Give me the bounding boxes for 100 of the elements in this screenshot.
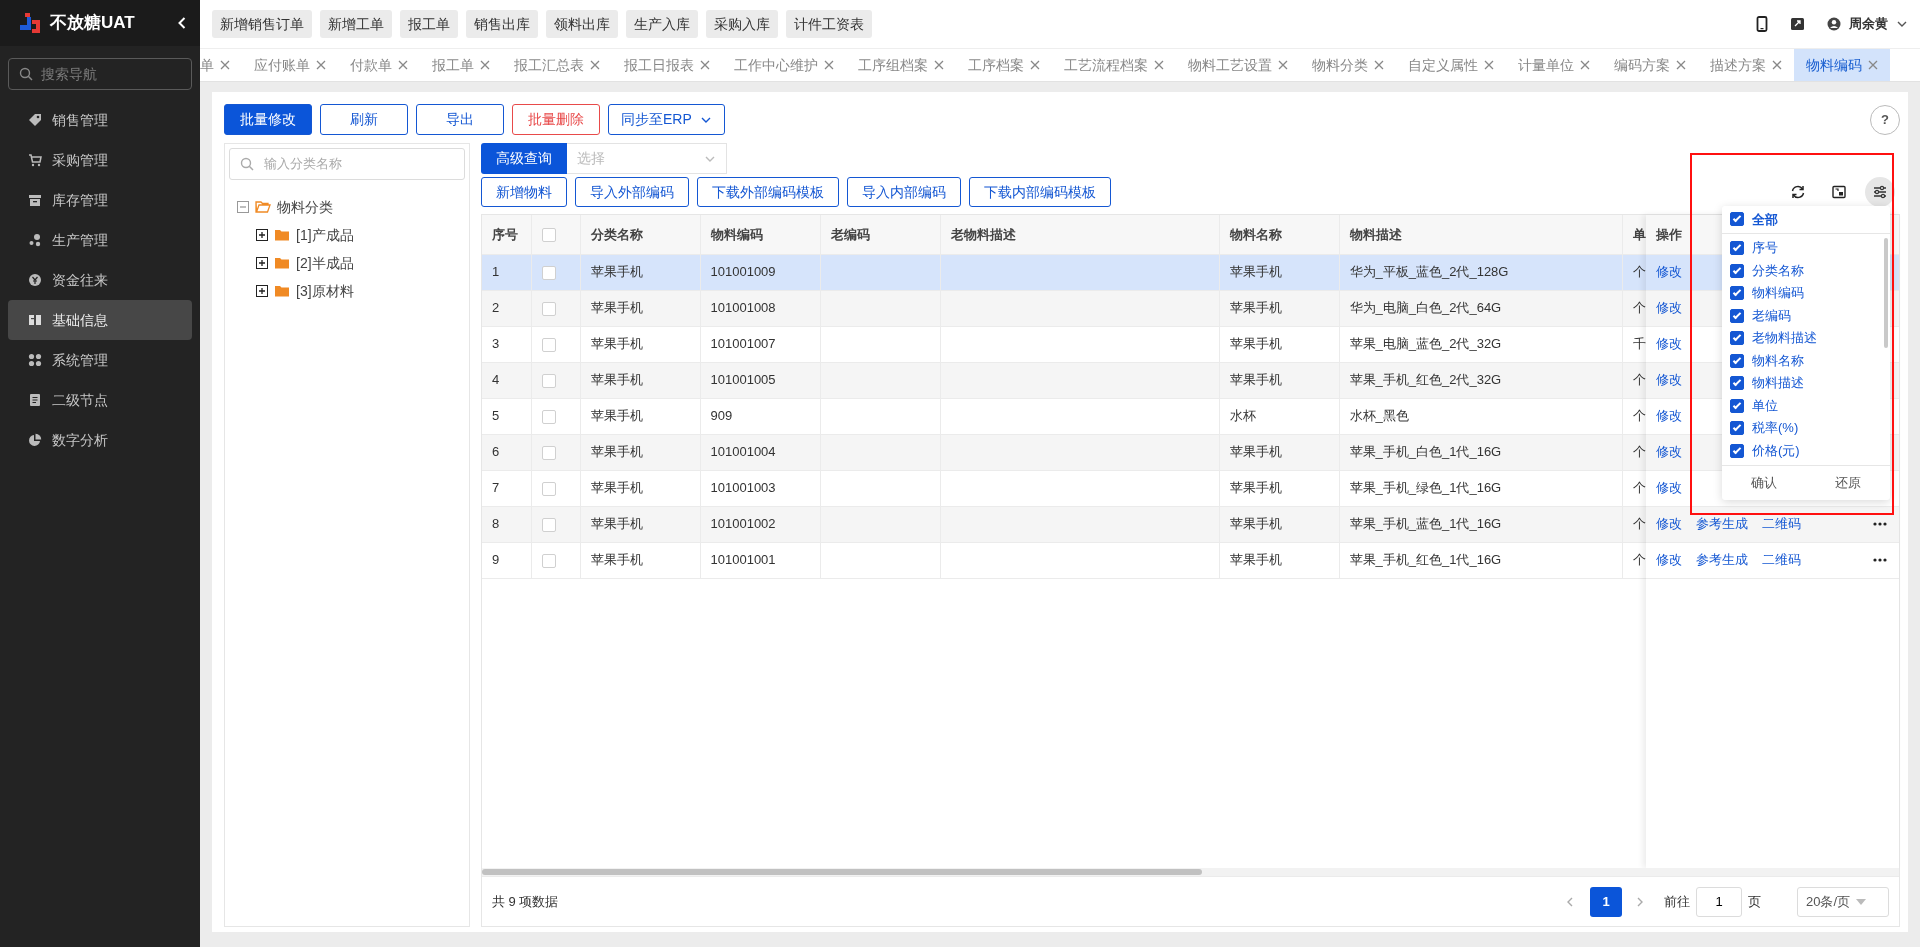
shortcut-button[interactable]: 新增销售订单: [212, 10, 312, 38]
more-icon[interactable]: [1873, 522, 1887, 526]
shortcut-button[interactable]: 报工单: [400, 10, 458, 38]
search-field[interactable]: 搜索导航: [8, 58, 192, 90]
page-size-select[interactable]: 20条/页: [1797, 886, 1889, 917]
close-icon[interactable]: [398, 60, 408, 70]
tree-node[interactable]: [2]半成品: [296, 252, 354, 274]
action-link[interactable]: 修改: [1656, 478, 1682, 498]
screen-icon[interactable]: [1790, 17, 1805, 31]
confirm-button[interactable]: 确认: [1751, 473, 1777, 493]
table-action-button[interactable]: 下载内部编码模板: [969, 177, 1111, 207]
tab[interactable]: 物料编码: [1794, 49, 1890, 81]
tab[interactable]: 单: [200, 49, 242, 81]
user-icon[interactable]: [1827, 17, 1841, 31]
checkbox-label[interactable]: 物料描述: [1752, 373, 1804, 393]
close-icon[interactable]: [316, 60, 326, 70]
checkbox[interactable]: [1730, 331, 1744, 346]
checkbox-label[interactable]: 价格(元): [1752, 440, 1800, 461]
table-action-button[interactable]: 导入内部编码: [847, 177, 961, 207]
scrollbar-thumb[interactable]: [482, 869, 1202, 875]
expand-icon[interactable]: [256, 285, 268, 297]
close-icon[interactable]: [934, 60, 944, 70]
table-action-button[interactable]: 导入外部编码: [575, 177, 689, 207]
tab[interactable]: 工序档案: [956, 49, 1052, 81]
close-icon[interactable]: [1374, 60, 1384, 70]
expand-icon[interactable]: [256, 257, 268, 269]
checkbox-label[interactable]: 老编码: [1752, 305, 1791, 326]
close-icon[interactable]: [590, 60, 600, 70]
shortcut-button[interactable]: 新增工单: [320, 10, 392, 38]
sidebar-item[interactable]: 二级节点: [8, 380, 192, 420]
checkbox-label[interactable]: 物料名称: [1752, 350, 1804, 371]
action-link[interactable]: 修改: [1656, 406, 1682, 426]
checkbox[interactable]: [1730, 398, 1744, 413]
checkbox[interactable]: [1730, 353, 1744, 368]
checkbox[interactable]: [1730, 212, 1744, 227]
advanced-query-button[interactable]: 高级查询: [481, 143, 567, 174]
checkbox[interactable]: [1730, 241, 1744, 256]
table-row[interactable]: 1 苹果手机 101001009 苹果手机 华为_平板_蓝色_2代_128G 个: [482, 254, 1646, 290]
checkbox[interactable]: [1730, 308, 1744, 323]
table-row[interactable]: 8 苹果手机 101001002 苹果手机 苹果_手机_蓝色_1代_16G 个: [482, 506, 1646, 542]
action-link[interactable]: 修改: [1656, 262, 1682, 282]
action-link[interactable]: 二维码: [1762, 514, 1801, 534]
collapse-icon[interactable]: [176, 16, 188, 30]
tree-node[interactable]: [1]产成品: [296, 224, 354, 246]
scrollbar-thumb[interactable]: [1884, 237, 1888, 348]
checkbox[interactable]: [1730, 286, 1744, 301]
close-icon[interactable]: [1580, 60, 1590, 70]
action-link[interactable]: 参考生成: [1696, 550, 1748, 570]
action-link[interactable]: 二维码: [1762, 550, 1801, 570]
tab[interactable]: 物料工艺设置: [1176, 49, 1300, 81]
shortcut-button[interactable]: 领料出库: [546, 10, 618, 38]
action-button[interactable]: 同步至ERP: [608, 104, 725, 135]
page-button[interactable]: 1: [1590, 886, 1622, 917]
reset-button[interactable]: 还原: [1835, 473, 1861, 493]
page-input[interactable]: 1: [1696, 886, 1742, 917]
sidebar-item[interactable]: 数字分析: [8, 420, 192, 460]
close-icon[interactable]: [1772, 60, 1782, 70]
tree-node[interactable]: [3]原材料: [296, 280, 354, 302]
checkbox-label[interactable]: 单位: [1752, 395, 1778, 416]
sidebar-item[interactable]: 基础信息: [8, 300, 192, 340]
table-row[interactable]: 6 苹果手机 101001004 苹果手机 苹果_手机_白色_1代_16G 个: [482, 434, 1646, 470]
sidebar-item[interactable]: 采购管理: [8, 140, 192, 180]
action-link[interactable]: 修改: [1656, 550, 1682, 570]
shortcut-button[interactable]: 采购入库: [706, 10, 778, 38]
settings-icon[interactable]: [1865, 177, 1895, 207]
user-name[interactable]: 周余黄: [1849, 14, 1888, 34]
action-link[interactable]: 修改: [1656, 370, 1682, 390]
checkbox-label[interactable]: 分类名称: [1752, 260, 1804, 281]
checkbox[interactable]: [1730, 376, 1744, 391]
tree-node[interactable]: 物料分类: [277, 196, 333, 218]
tab[interactable]: 报工单: [420, 49, 502, 81]
phone-icon[interactable]: [1756, 16, 1768, 32]
sidebar-item[interactable]: 销售管理: [8, 100, 192, 140]
tab[interactable]: 报工日报表: [612, 49, 722, 81]
sidebar-item[interactable]: 资金往来: [8, 260, 192, 300]
tab[interactable]: 编码方案: [1602, 49, 1698, 81]
help-button[interactable]: ?: [1870, 104, 1900, 135]
action-link[interactable]: 修改: [1656, 514, 1682, 534]
tab[interactable]: 报工汇总表: [502, 49, 612, 81]
tab[interactable]: 描述方案: [1698, 49, 1794, 81]
close-icon[interactable]: [1030, 60, 1040, 70]
tab[interactable]: 工序组档案: [846, 49, 956, 81]
sidebar-item[interactable]: 库存管理: [8, 180, 192, 220]
action-link[interactable]: 参考生成: [1696, 514, 1748, 534]
close-icon[interactable]: [824, 60, 834, 70]
close-icon[interactable]: [1868, 60, 1878, 70]
tab[interactable]: 应付账单: [242, 49, 338, 81]
checkbox-label[interactable]: 税率(%): [1752, 418, 1799, 438]
sidebar-item[interactable]: 生产管理: [8, 220, 192, 260]
table-action-button[interactable]: 新增物料: [481, 177, 567, 207]
table-row[interactable]: 2 苹果手机 101001008 苹果手机 华为_电脑_白色_2代_64G 个: [482, 290, 1646, 326]
close-icon[interactable]: [1278, 60, 1288, 70]
tab[interactable]: 物料分类: [1300, 49, 1396, 81]
action-button[interactable]: 刷新: [320, 104, 408, 135]
close-icon[interactable]: [1676, 60, 1686, 70]
checkbox-label[interactable]: 物料编码: [1752, 283, 1804, 303]
tab[interactable]: 自定义属性: [1396, 49, 1506, 81]
shortcut-button[interactable]: 销售出库: [466, 10, 538, 38]
shortcut-button[interactable]: 生产入库: [626, 10, 698, 38]
close-icon[interactable]: [220, 60, 230, 70]
